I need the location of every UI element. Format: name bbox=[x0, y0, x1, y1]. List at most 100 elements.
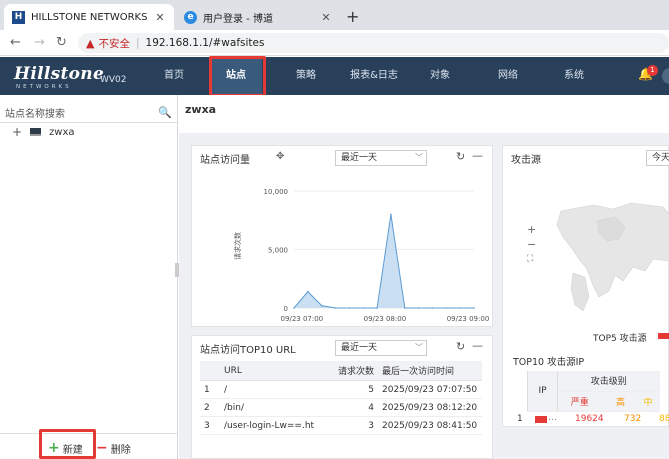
app-header: Hillstone NETWORKS WV02 首页 站点 策略 报表&日志 对… bbox=[0, 57, 669, 95]
data-point bbox=[417, 307, 420, 309]
col-high[interactable]: 高 bbox=[601, 391, 640, 412]
notification-badge: 1 bbox=[647, 65, 658, 76]
x-tick-label: 09/23 07:00 bbox=[281, 315, 324, 323]
row-index: 1 bbox=[200, 380, 220, 399]
separator: | bbox=[135, 37, 140, 49]
menu-system[interactable]: 系统 bbox=[550, 57, 598, 95]
new-site-button[interactable]: + 新建 bbox=[48, 440, 83, 456]
legend-swatch bbox=[658, 333, 669, 339]
col-last-time[interactable]: 最后一次访问时间 bbox=[378, 361, 482, 381]
col-attack-level: 攻击级别 bbox=[557, 371, 660, 392]
globe-icon: e bbox=[184, 10, 197, 24]
menu-policy[interactable]: 策略 bbox=[282, 57, 330, 95]
data-point bbox=[307, 290, 309, 293]
data-point bbox=[334, 307, 337, 309]
refresh-icon[interactable]: ↻ bbox=[456, 340, 465, 353]
row-url: /user-login-Lw==.ht bbox=[220, 416, 330, 435]
delete-site-button[interactable]: − 删除 bbox=[96, 440, 131, 456]
row-count: 4 bbox=[330, 398, 378, 417]
data-point bbox=[376, 307, 378, 309]
zoom-in-icon[interactable]: + bbox=[527, 223, 536, 236]
data-point bbox=[403, 307, 406, 309]
data-point bbox=[473, 307, 475, 309]
menu-sites[interactable]: 站点 bbox=[210, 57, 262, 95]
row-count: 5 bbox=[330, 380, 378, 399]
browser-tab-bar: H HILLSTONE NETWORKS ✕ e 用户登录 - 博道 ✕ + bbox=[0, 0, 669, 30]
y-tick-label: 0 bbox=[284, 305, 288, 313]
row-time: 2025/09/23 08:12:20 bbox=[378, 398, 482, 417]
attack-source-card: 攻击源 今天 + − ⛶ TOP5 攻击源 TOP10 攻击源IP IP 攻击级… bbox=[502, 145, 669, 427]
y-tick-label: 5,000 bbox=[268, 247, 288, 255]
data-point bbox=[293, 307, 295, 309]
table-row[interactable]: 1 / 5 2025/09/23 07:07:50 bbox=[200, 380, 482, 399]
close-icon[interactable]: ✕ bbox=[320, 11, 332, 24]
site-title-bar: zwxa bbox=[179, 95, 669, 133]
row-count: 3 bbox=[330, 416, 378, 435]
visits-area-chart: 请求次数 10,000 5,000 0 09/23 07:00 09/23 08:00 0… bbox=[233, 188, 490, 323]
sidebar-toolbar: + 新建 − 删除 bbox=[0, 433, 178, 459]
search-placeholder: 站点名称搜索 bbox=[5, 109, 65, 120]
table-row[interactable]: 2 /bin/ 4 2025/09/23 08:12:20 bbox=[200, 398, 482, 417]
site-search-input[interactable]: 站点名称搜索 🔍 bbox=[0, 103, 178, 123]
reset-view-icon[interactable]: ⛶ bbox=[527, 254, 533, 264]
ip-mask: … bbox=[548, 413, 557, 423]
x-tick-label: 09/23 09:00 bbox=[447, 315, 490, 323]
table-row[interactable]: 3 /user-login-Lw==.ht 3 2025/09/23 08:41… bbox=[200, 416, 482, 435]
row-index: 1 bbox=[517, 414, 523, 424]
url-input[interactable]: ▲ 不安全 | 192.168.1.1/#wafsites bbox=[78, 33, 669, 53]
logo-subtitle: NETWORKS bbox=[16, 84, 72, 90]
forward-icon[interactable]: → bbox=[34, 35, 45, 50]
select-value: 今天 bbox=[652, 153, 669, 163]
data-point bbox=[445, 307, 448, 309]
row-time: 2025/09/23 08:41:50 bbox=[378, 416, 482, 435]
menu-home[interactable]: 首页 bbox=[150, 57, 198, 95]
col-url[interactable]: URL bbox=[220, 361, 330, 381]
minus-icon: − bbox=[96, 440, 108, 456]
top-url-table: URL 请求次数 最后一次访问时间 1 / 5 2025/09/23 07:07… bbox=[200, 361, 482, 435]
hillstone-logo: Hillstone bbox=[14, 64, 105, 84]
col-ip[interactable]: IP bbox=[527, 371, 558, 412]
minimize-icon[interactable]: — bbox=[472, 339, 483, 352]
card-title: 站点访问TOP10 URL bbox=[200, 345, 296, 356]
row-url: / bbox=[220, 380, 330, 399]
insecure-label: 不安全 bbox=[98, 37, 130, 50]
reload-icon[interactable]: ↻ bbox=[56, 35, 67, 50]
x-tick-label: 09/23 08:00 bbox=[364, 315, 407, 323]
browser-tab-hillstone[interactable]: H HILLSTONE NETWORKS ✕ bbox=[4, 4, 174, 30]
table-header-row: IP 攻击级别 bbox=[527, 371, 660, 412]
top-url-card: 站点访问TOP10 URL 最近一天 ﹀ ↻ — URL 请求次数 最后一次访问… bbox=[191, 335, 493, 459]
back-icon[interactable]: ← bbox=[10, 35, 21, 50]
col-count[interactable]: 请求次数 bbox=[330, 361, 378, 381]
zoom-out-icon[interactable]: − bbox=[527, 238, 536, 251]
y-axis-label: 请求次数 bbox=[233, 232, 242, 260]
tree-item-site[interactable]: + zwxa bbox=[12, 125, 75, 139]
row-severe: 19624 bbox=[575, 414, 604, 424]
top10-ip-table: IP 攻击级别 严重 高 中 bbox=[527, 371, 660, 412]
delete-label: 删除 bbox=[110, 444, 131, 456]
select-value: 最近一天 bbox=[341, 343, 378, 353]
new-label: 新建 bbox=[62, 444, 83, 456]
data-point bbox=[459, 307, 461, 309]
browser-tab-login[interactable]: e 用户登录 - 博道 ✕ bbox=[176, 4, 340, 30]
expand-icon[interactable]: + bbox=[12, 125, 22, 139]
data-point bbox=[390, 213, 392, 216]
data-point bbox=[431, 307, 434, 309]
col-medium[interactable]: 中 bbox=[639, 391, 660, 412]
row-high: 732 bbox=[624, 414, 642, 424]
tree-item-label: zwxa bbox=[49, 126, 75, 138]
close-icon[interactable]: ✕ bbox=[154, 11, 166, 24]
row-index: 3 bbox=[200, 416, 220, 435]
row-medium: 88 bbox=[659, 414, 669, 424]
menu-reports-logs[interactable]: 报表&日志 bbox=[344, 57, 404, 95]
time-range-select[interactable]: 最近一天 ﹀ bbox=[335, 340, 427, 356]
col-severe[interactable]: 严重 bbox=[557, 391, 602, 412]
col-index bbox=[200, 361, 220, 381]
time-range-select[interactable]: 今天 bbox=[646, 150, 669, 166]
new-tab-icon[interactable]: + bbox=[346, 7, 359, 26]
search-icon[interactable]: 🔍 bbox=[158, 106, 172, 119]
monitor-icon bbox=[30, 128, 42, 136]
menu-network[interactable]: 网络 bbox=[484, 57, 532, 95]
menu-objects[interactable]: 对象 bbox=[416, 57, 464, 95]
site-visits-card: 站点访问量 ✥ 最近一天 ﹀ ↻ — 请求次数 10,000 5,000 0 09/2… bbox=[191, 145, 493, 327]
data-point bbox=[362, 307, 365, 309]
